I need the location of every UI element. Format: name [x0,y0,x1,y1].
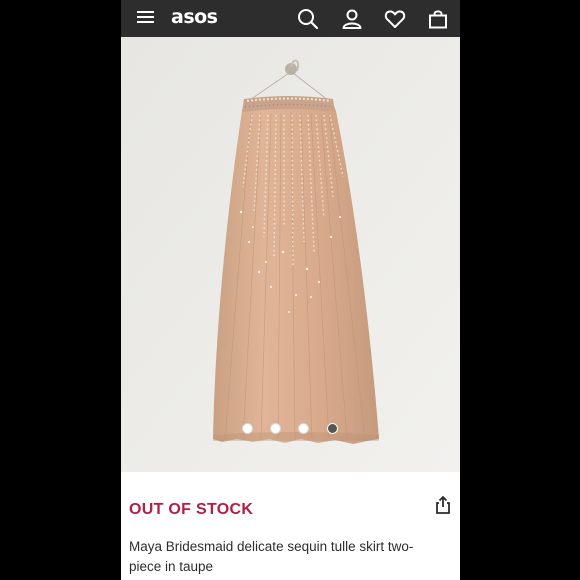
product-title: Maya Bridesmaid delicate sequin tulle sk… [129,539,414,574]
asos-logo[interactable]: asos [171,6,218,28]
share-icon[interactable] [433,495,453,515]
maxi-skirt-photo [121,37,460,472]
product-image[interactable] [121,37,460,472]
menu-icon[interactable] [137,10,154,25]
stock-status: OUT OF STOCK [129,501,254,518]
heart-icon[interactable] [384,8,406,30]
search-icon[interactable] [297,8,319,30]
product-info: OUT OF STOCK Maya Bridesmaid delicate se… [121,472,460,580]
carousel-dot[interactable] [270,423,281,434]
carousel-dot[interactable] [242,423,253,434]
image-carousel-indicators [121,423,460,435]
carousel-dot-active[interactable] [327,423,338,434]
top-nav-bar: asos [121,0,460,37]
app-screen: asos OUT OF STOCK Maya Bridesmaid delica… [121,0,460,580]
account-icon[interactable] [341,8,363,30]
bag-icon[interactable] [427,8,449,30]
carousel-dot[interactable] [298,423,309,434]
